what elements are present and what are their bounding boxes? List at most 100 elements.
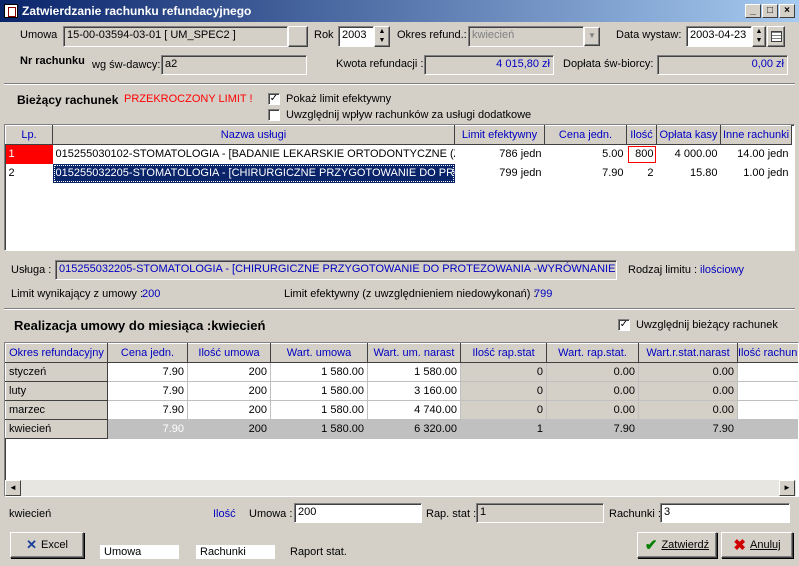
uwzglednij-biezacy-checkbox[interactable]: ✓ <box>618 319 630 331</box>
wg-label: wg św-dawcy: <box>92 59 161 71</box>
cell[interactable]: 0.00 <box>546 381 639 401</box>
row-limit[interactable]: 786 jedn <box>455 145 545 164</box>
cell[interactable]: 7.90 <box>107 362 188 382</box>
cell[interactable]: 200 <box>187 362 271 382</box>
cell[interactable]: 7.90 <box>546 419 639 439</box>
cell[interactable]: 1 <box>460 419 547 439</box>
row-inne[interactable]: 14.00 jedn <box>721 145 792 164</box>
row-okres[interactable]: styczeń <box>5 362 108 382</box>
cell[interactable]: 200 <box>187 419 271 439</box>
cell[interactable]: 7.90 <box>638 419 738 439</box>
scroll-right-icon[interactable]: ► <box>779 480 795 496</box>
horizontal-scrollbar[interactable]: ◄ ► <box>5 480 796 496</box>
divider <box>4 83 795 85</box>
zatwierdz-button[interactable]: ✔ Zatwierdź <box>637 532 717 558</box>
col-okres[interactable]: Okres refundacyjny <box>5 343 108 363</box>
col-oplata[interactable]: Opłata kasy <box>656 125 721 145</box>
col-lp[interactable]: Lp. <box>5 125 53 145</box>
anuluj-button[interactable]: ✖ Anuluj <box>721 532 793 558</box>
col-ilosc-umowa[interactable]: Ilość umowa <box>187 343 271 363</box>
table-row[interactable]: kwiecień 7.90 200 1 580.00 6 320.00 1 7.… <box>5 419 798 439</box>
cell[interactable]: 0.00 <box>638 400 738 420</box>
data-input[interactable]: 2003-04-23 <box>686 26 752 47</box>
row-lp[interactable]: 1 <box>5 144 53 164</box>
row-okres[interactable]: luty <box>5 381 108 401</box>
usluga-label: Usługa : <box>11 264 52 276</box>
cell[interactable]: 6 320.00 <box>367 419 461 439</box>
cell[interactable] <box>737 400 798 420</box>
col-limit[interactable]: Limit efektywny <box>454 125 545 145</box>
col-ilosc[interactable]: Ilość <box>626 125 657 145</box>
cell[interactable]: 7.90 <box>107 400 188 420</box>
row-oplata[interactable]: 15.80 <box>657 164 721 183</box>
cell[interactable]: 0 <box>460 362 547 382</box>
cell[interactable]: 7.90 <box>107 381 188 401</box>
cell[interactable]: 1 580.00 <box>270 419 368 439</box>
realizacja-grid[interactable]: Okres refundacyjny Cena jedn. Ilość umow… <box>4 342 799 497</box>
chevron-down-icon[interactable]: ▼ <box>584 27 600 46</box>
row-cena[interactable]: 5.00 <box>545 145 627 164</box>
cell[interactable]: 7.90 <box>107 419 188 439</box>
services-grid[interactable]: Lp. Nazwa usługi Limit efektywny Cena je… <box>4 124 795 251</box>
col-cena[interactable]: Cena jedn. <box>107 343 188 363</box>
col-wart-umowa[interactable]: Wart. umowa <box>270 343 368 363</box>
cell[interactable]: 4 740.00 <box>367 400 461 420</box>
cell[interactable]: 200 <box>187 400 271 420</box>
cell[interactable]: 0.00 <box>638 362 738 382</box>
row-limit[interactable]: 799 jedn <box>455 164 545 183</box>
pokaz-limit-checkbox[interactable]: ✓ <box>268 93 280 105</box>
scroll-left-icon[interactable]: ◄ <box>5 480 21 496</box>
excel-button[interactable]: ✕ Excel <box>10 532 84 558</box>
rok-input[interactable]: 2003 <box>338 26 374 47</box>
col-wart-rap-narast[interactable]: Wart.r.stat.narast <box>638 343 738 363</box>
umowa-lookup-button[interactable] <box>288 26 308 47</box>
row-lp[interactable]: 2 <box>6 164 53 183</box>
col-ilosc-rachunk[interactable]: Ilość rachunk <box>737 343 798 363</box>
checkmark-icon: ✔ <box>644 537 658 554</box>
row-cena[interactable]: 7.90 <box>545 164 627 183</box>
cell[interactable]: 1 580.00 <box>367 362 461 382</box>
row-oplata[interactable]: 4 000.00 <box>657 145 721 164</box>
col-nazwa[interactable]: Nazwa usługi <box>52 125 455 145</box>
data-spinner[interactable]: ▲ ▼ <box>752 26 766 47</box>
row-okres[interactable]: marzec <box>5 400 108 420</box>
cell[interactable] <box>737 419 798 439</box>
cell[interactable]: 0 <box>460 381 547 401</box>
row-ilosc[interactable]: 800 <box>627 145 657 164</box>
close-button[interactable]: × <box>779 4 795 18</box>
cell[interactable]: 0.00 <box>638 381 738 401</box>
cell[interactable]: 3 160.00 <box>367 381 461 401</box>
cell[interactable]: 0 <box>460 400 547 420</box>
cell[interactable]: 1 580.00 <box>270 381 368 401</box>
col-wart-rap[interactable]: Wart. rap.stat. <box>546 343 639 363</box>
cell[interactable]: 1 580.00 <box>270 400 368 420</box>
minimize-button[interactable]: _ <box>745 4 761 18</box>
uwzglednij-dodatkowe-checkbox[interactable] <box>268 109 280 121</box>
row-ilosc[interactable]: 2 <box>627 164 657 183</box>
col-ilosc-rap[interactable]: Ilość rap.stat <box>460 343 547 363</box>
rok-spinner[interactable]: ▲ ▼ <box>374 26 390 47</box>
col-wart-narast[interactable]: Wart. um. narast <box>367 343 461 363</box>
table-row[interactable]: 2 015255032205-STOMATOLOGIA - [CHIRURGIC… <box>6 163 792 183</box>
cell[interactable] <box>737 381 798 401</box>
row-okres[interactable]: kwiecień <box>5 419 108 439</box>
cell[interactable]: 0.00 <box>546 362 639 382</box>
cell[interactable]: 1 580.00 <box>270 362 368 382</box>
row-nazwa[interactable]: 015255032205-STOMATOLOGIA - [CHIRURGICZN… <box>52 163 455 183</box>
calendar-icon[interactable] <box>767 26 785 47</box>
table-row[interactable]: marzec 7.90 200 1 580.00 4 740.00 0 0.00… <box>5 400 798 420</box>
col-cena[interactable]: Cena jedn. <box>544 125 627 145</box>
table-row[interactable]: styczeń 7.90 200 1 580.00 1 580.00 0 0.0… <box>5 362 798 382</box>
maximize-button[interactable]: □ <box>762 4 778 18</box>
cell[interactable]: 200 <box>187 381 271 401</box>
okres-select[interactable]: kwiecień <box>468 26 584 47</box>
row-nazwa[interactable]: 015255030102-STOMATOLOGIA - [BADANIE LEK… <box>53 145 455 164</box>
cell[interactable]: 0.00 <box>546 400 639 420</box>
col-inne[interactable]: Inne rachunki <box>720 125 792 145</box>
table-row[interactable]: luty 7.90 200 1 580.00 3 160.00 0 0.00 0… <box>5 381 798 401</box>
cell[interactable] <box>737 362 798 382</box>
table-row[interactable]: 1 015255030102-STOMATOLOGIA - [BADANIE L… <box>5 144 792 164</box>
limit-efektywny-label: Limit efektywny (z uwzględnieniem niedow… <box>284 288 537 300</box>
limit-value: 200 <box>142 288 161 300</box>
row-inne[interactable]: 1.00 jedn <box>721 164 792 183</box>
